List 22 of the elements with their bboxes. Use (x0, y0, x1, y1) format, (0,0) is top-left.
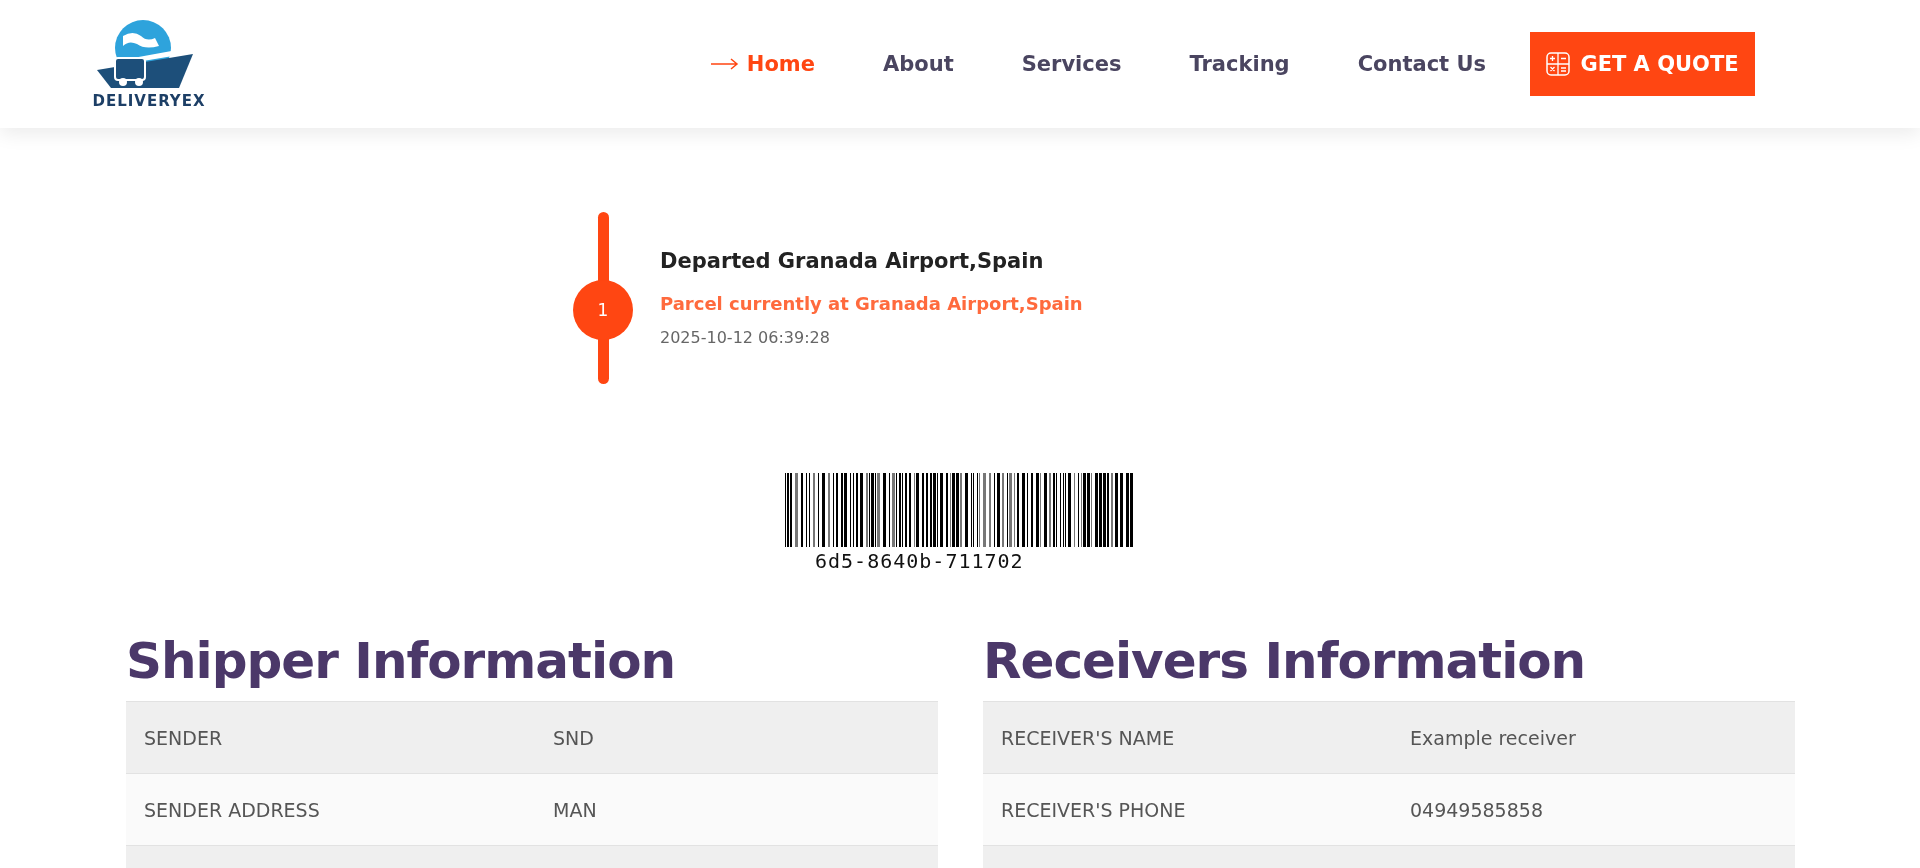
arrow-icon (710, 58, 739, 70)
event-title: Departed Granada Airport,Spain (660, 249, 1045, 273)
step-badge: 1 (573, 280, 633, 340)
tracking-code: 6d5-8640b-711702 (815, 551, 1024, 571)
nav-link[interactable]: Contact Us (1357, 52, 1486, 76)
field-label: SENDER (144, 726, 224, 749)
event-time: 2025-10-12 06:39:28 (660, 328, 831, 347)
field-label: RECEIVER'S NAME (1001, 726, 1176, 749)
event-status: Parcel currently at Granada Airport,Spain (660, 293, 1083, 314)
field-value: 04949585858 (1410, 798, 1544, 821)
section-heading: Receivers Information (983, 631, 1587, 691)
field-value: MAN (553, 798, 598, 821)
field-label: RECEIVER'S PHONE (1001, 798, 1187, 821)
nav-link[interactable]: Services (1021, 52, 1122, 76)
nav-link[interactable]: Tracking (1189, 52, 1290, 76)
section-heading: Shipper Information (126, 631, 677, 691)
field-value: Example receiver (1410, 726, 1577, 749)
calculator-icon (1546, 52, 1571, 76)
field-label: SENDER ADDRESS (144, 798, 321, 821)
nav-link[interactable]: About (883, 52, 954, 76)
field-value: SND (553, 726, 595, 749)
logo-text: DELIVERYEX (92, 92, 206, 110)
